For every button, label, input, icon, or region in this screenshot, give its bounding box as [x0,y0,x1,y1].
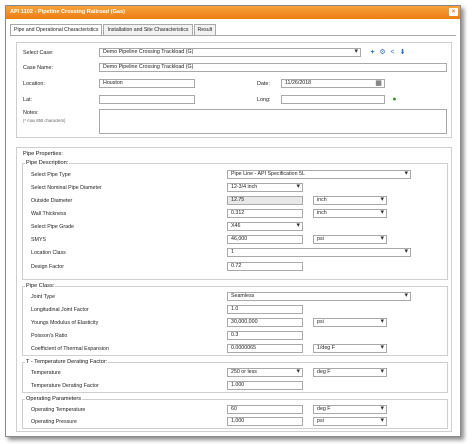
share-icon[interactable]: < [389,49,396,56]
outside-diameter-unit-select[interactable]: inch [313,196,387,205]
location-label: Location: [23,81,45,87]
temperature-unit-select[interactable]: deg F [313,368,387,377]
pipe-type-select[interactable]: Pipe Line - API Specification 5L [227,170,411,179]
design-factor-input[interactable]: 0.72 [227,262,303,271]
derating-factor-input[interactable]: 1.000 [227,381,303,390]
temperature-select[interactable]: 250 or less [227,368,303,377]
thermal-expansion-label: Coefficient of Thermal Expansion [31,346,109,352]
smys-unit-select[interactable]: psi [313,235,387,244]
pipe-class-title: Pipe Class: [25,283,56,289]
select-case-dropdown[interactable]: Demo Pipeline Crossing Trackload (G) [99,48,361,57]
case-name-label: Case Name: [23,65,53,71]
wall-thickness-label: Wall Thickness [31,211,67,217]
location-input[interactable]: Houston [99,79,195,88]
design-factor-label: Design Factor [31,264,64,270]
long-label: Long: [257,97,271,103]
operating-parameters-group: Operating Parameters Operating Temperatu… [22,396,448,429]
derating-factor-label: Temperature Derating Factor [31,383,99,389]
location-class-label: Location Class [31,250,66,256]
notes-label: Notes: [23,110,39,116]
tab-installation-site[interactable]: Installation and Site Characteristics [103,24,193,35]
close-icon[interactable]: × [449,8,458,16]
case-panel: Select Case: Demo Pipeline Crossing Trac… [16,42,452,138]
youngs-modulus-input[interactable]: 30,000,000 [227,318,303,327]
operating-parameters-title: Operating Parameters [25,396,83,402]
poissons-ratio-input[interactable]: 0.3 [227,331,303,340]
pipe-description-title: Pipe Description: [25,160,70,166]
title-bar: API 1102 - Pipeline Crossing Railroad (G… [6,6,460,19]
pipe-grade-label: Select Pipe Grade [31,224,74,230]
pipe-properties-title: Pipe Properties: [22,151,64,157]
settings-icon[interactable]: ⚙ [379,49,386,56]
youngs-modulus-unit-select[interactable]: psi [313,318,387,327]
pipe-properties-panel: Pipe Properties: Pipe Description: Selec… [16,147,452,432]
pipe-description-group: Pipe Description: Select Pipe Type Pipe … [22,160,448,280]
thermal-expansion-unit-select[interactable]: 1/deg F [313,344,387,353]
pipe-class-group: Pipe Class: Joint Type Seamless Longitud… [22,283,448,356]
operating-temperature-label: Operating Temperature [31,407,86,413]
location-class-select[interactable]: 1 [227,248,411,257]
api-1102-window: API 1102 - Pipeline Crossing Railroad (G… [5,5,461,437]
smys-input[interactable]: 46,000 [227,235,303,244]
operating-temperature-input[interactable]: 60 [227,405,303,414]
wall-thickness-unit-select[interactable]: inch [313,209,387,218]
notes-textarea[interactable] [99,109,447,134]
outside-diameter-label: Outside Diameter [31,198,73,204]
lat-input[interactable] [99,95,195,104]
tab-bar: Pipe and Operational Characteristics Ins… [10,24,217,36]
operating-pressure-input[interactable]: 1,000 [227,417,303,426]
thermal-expansion-input[interactable]: 0.0000065 [227,344,303,353]
temperature-label: Temperature [31,370,61,376]
smys-label: SMYS [31,237,47,243]
select-case-label: Select Case: [23,50,54,56]
date-label: Date: [257,81,270,87]
notes-hint: (* max 850 characters) [23,118,66,123]
temperature-derating-group: T - Temperature Derating Factor: Tempera… [22,359,448,393]
long-input[interactable] [281,95,385,104]
window-title: API 1102 - Pipeline Crossing Railroad (G… [10,9,126,15]
pipe-grade-select[interactable]: X46 [227,222,303,231]
operating-pressure-unit-select[interactable]: psi [313,417,387,426]
calendar-icon[interactable]: ▦ [375,80,382,87]
download-icon[interactable]: ⬇ [399,49,406,56]
operating-pressure-label: Operating Pressure [31,419,77,425]
youngs-modulus-label: Youngs Modulus of Elasticity [31,320,99,326]
joint-type-label: Joint Type [31,294,56,300]
outside-diameter-input: 12.75 [227,196,303,205]
joint-type-select[interactable]: Seamless [227,292,411,301]
add-case-icon[interactable]: + [369,49,376,56]
poissons-ratio-label: Poisson's Ratio [31,333,68,339]
nominal-diameter-select[interactable]: 12-3/4 inch [227,183,303,192]
map-marker-icon[interactable]: ● [391,96,398,103]
pipe-type-label: Select Pipe Type [31,172,71,178]
temperature-derating-title: T - Temperature Derating Factor: [25,359,109,365]
lat-label: Lat: [23,97,32,103]
date-input[interactable]: 11/26/2018 [281,79,385,88]
wall-thickness-input[interactable]: 0.312 [227,209,303,218]
longitudinal-joint-input[interactable]: 1.0 [227,305,303,314]
tab-result[interactable]: Result [193,24,217,35]
longitudinal-joint-label: Longitudinal Joint Factor [31,307,89,313]
operating-temperature-unit-select[interactable]: deg F [313,405,387,414]
case-name-input[interactable]: Demo Pipeline Crossing Trackload (G) [99,63,447,72]
tab-divider [10,35,456,36]
nominal-diameter-label: Select Nominal Pipe Diameter [31,185,102,191]
